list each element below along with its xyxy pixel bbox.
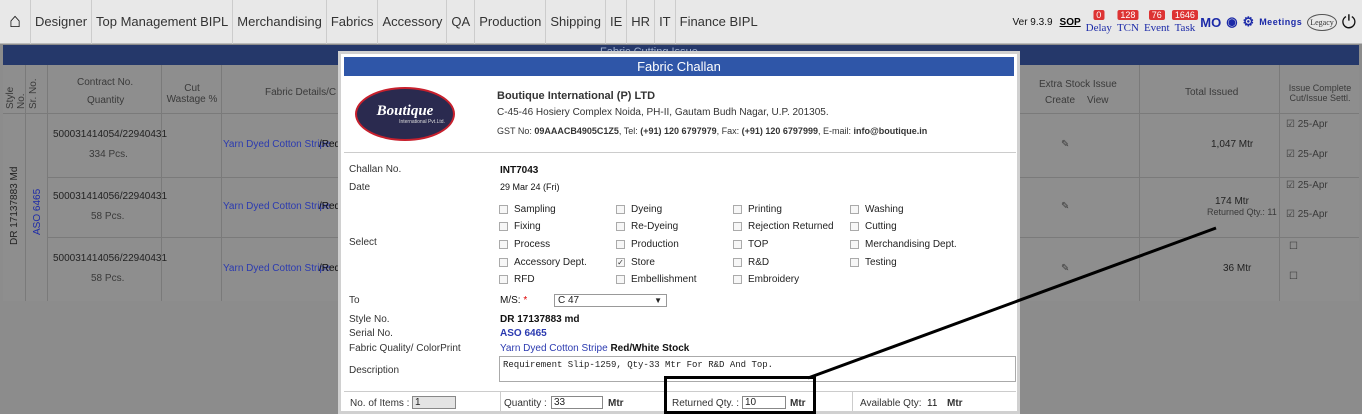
annotation-arrow (807, 226, 1217, 380)
annotation-line (807, 226, 1217, 380)
